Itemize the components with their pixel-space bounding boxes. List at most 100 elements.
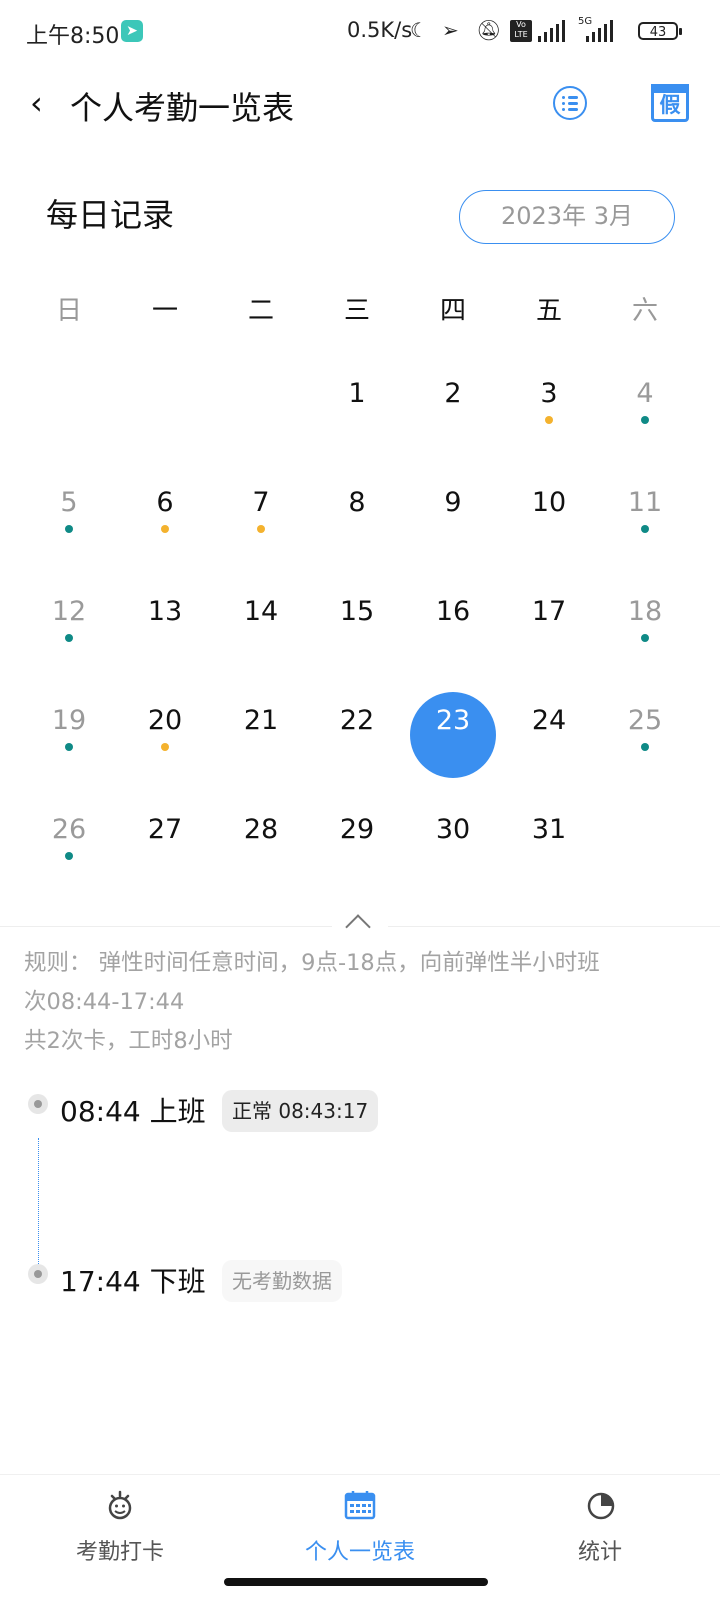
clock-out-status-badge: 无考勤数据 — [222, 1260, 342, 1302]
calendar-day-number: 29 — [339, 814, 375, 845]
calendar-day[interactable]: 11 — [596, 483, 694, 583]
attendance-status-dot — [641, 743, 649, 751]
calendar-day[interactable]: 24 — [500, 701, 598, 801]
weekday-label: 三 — [343, 296, 370, 326]
calendar-day[interactable]: 6 — [116, 483, 214, 583]
calendar-day[interactable]: 26 — [20, 810, 118, 910]
calendar-day-number: 6 — [156, 487, 174, 518]
list-icon[interactable] — [553, 86, 587, 120]
leave-calendar-icon[interactable]: 假 — [651, 84, 689, 122]
attendance-status-dot — [161, 525, 169, 533]
calendar-day-number: 19 — [51, 705, 87, 736]
collapse-chevron-icon[interactable] — [332, 908, 388, 940]
calendar-day[interactable]: 28 — [212, 810, 310, 910]
calendar-day-number: 21 — [243, 705, 279, 736]
calendar-day[interactable]: 1 — [308, 374, 406, 474]
clock-in-icon — [108, 1490, 132, 1520]
calendar-day[interactable]: 23 — [404, 701, 502, 801]
rules-line-2: 次08:44-17:44 — [24, 989, 185, 1015]
status-time: 上午8:50 — [26, 24, 120, 49]
weekday-label: 五 — [535, 296, 562, 326]
calendar-day[interactable]: 14 — [212, 592, 310, 692]
calendar-day[interactable]: 17 — [500, 592, 598, 692]
calendar-day-number: 22 — [339, 705, 375, 736]
calendar-day[interactable]: 7 — [212, 483, 310, 583]
month-selector[interactable]: 2023年 3月 — [459, 190, 675, 244]
nav-label-personal-overview: 个人一览表 — [304, 1540, 415, 1565]
calendar-day[interactable]: 13 — [116, 592, 214, 692]
weekday-label: 日 — [55, 296, 82, 326]
mute-icon: 🔕︎ — [476, 18, 502, 42]
nav-label-clock-in: 考勤打卡 — [75, 1540, 164, 1565]
calendar-day-number: 15 — [339, 596, 375, 627]
calendar-day-number: 11 — [627, 487, 663, 518]
calendar-day[interactable]: 16 — [404, 592, 502, 692]
calendar-day[interactable]: 20 — [116, 701, 214, 801]
clock-in-status-badge: 正常 08:43:17 — [222, 1090, 379, 1132]
attendance-status-dot — [161, 743, 169, 751]
calendar-day[interactable]: 9 — [404, 483, 502, 583]
volte-icon: Vo LTE — [510, 20, 532, 42]
calendar-day[interactable]: 31 — [500, 810, 598, 910]
calendar-day[interactable]: 22 — [308, 701, 406, 801]
calendar-day[interactable]: 2 — [404, 374, 502, 474]
calendar-day[interactable]: 15 — [308, 592, 406, 692]
calendar-day[interactable]: 4 — [596, 374, 694, 474]
calendar-day-number: 5 — [60, 487, 78, 518]
calendar-day[interactable]: 25 — [596, 701, 694, 801]
calendar-day-number: 10 — [531, 487, 567, 518]
attendance-status-dot — [65, 634, 73, 642]
attendance-status-dot — [65, 852, 73, 860]
calendar-day-number: 27 — [147, 814, 183, 845]
calendar-day[interactable]: 5 — [20, 483, 118, 583]
calendar-day-number: 8 — [348, 487, 366, 518]
page-title: 个人考勤一览表 — [70, 89, 295, 127]
status-bar: 上午8:50 ➤ 0.5K/s ☾ ➢ 🔕︎ Vo LTE 5G 43 — [0, 0, 720, 64]
section-title: 每日记录 — [46, 196, 175, 234]
calendar-day-number: 28 — [243, 814, 279, 845]
rules-line-1: 规则： 弹性时间任意时间，9点-18点，向前弹性半小时班 — [24, 950, 600, 976]
calendar-day[interactable]: 10 — [500, 483, 598, 583]
calendar-day-number: 2 — [444, 378, 462, 409]
calendar-day-number: 30 — [435, 814, 471, 845]
clock-in-time: 08:44 上班 — [60, 1095, 206, 1128]
calendar-day[interactable]: 19 — [20, 701, 118, 801]
weekday-label: 二 — [247, 296, 274, 326]
attendance-status-dot — [641, 634, 649, 642]
attendance-status-dot — [641, 416, 649, 424]
calendar-day-number: 24 — [531, 705, 567, 736]
navigation-app-icon: ➤ — [121, 20, 143, 42]
nav-label-statistics: 统计 — [577, 1540, 622, 1565]
calendar-day[interactable]: 8 — [308, 483, 406, 583]
location-arrow-icon: ➢ — [442, 18, 459, 42]
pie-chart-icon — [587, 1492, 615, 1520]
nav-item-statistics[interactable]: 统计 — [480, 1480, 720, 1580]
calendar-day[interactable]: 30 — [404, 810, 502, 910]
weekday-label: 六 — [631, 296, 658, 326]
calendar-day-number: 12 — [51, 596, 87, 627]
calendar-day-number: 25 — [627, 705, 663, 736]
calendar-day[interactable]: 27 — [116, 810, 214, 910]
nav-item-personal-overview[interactable]: 个人一览表 — [240, 1480, 480, 1580]
nav-item-clock-in[interactable]: 考勤打卡 — [0, 1480, 240, 1580]
calendar-day-number: 4 — [636, 378, 654, 409]
clock-out-time: 17:44 下班 — [60, 1265, 206, 1298]
calendar-day[interactable]: 29 — [308, 810, 406, 910]
calendar-day-number: 23 — [435, 705, 471, 736]
calendar-day[interactable]: 12 — [20, 592, 118, 692]
attendance-status-dot — [65, 525, 73, 533]
calendar-day-number: 7 — [252, 487, 270, 518]
calendar-day[interactable]: 18 — [596, 592, 694, 692]
weekday-label: 一 — [151, 296, 178, 326]
home-indicator[interactable] — [224, 1578, 488, 1586]
calendar-day-number: 26 — [51, 814, 87, 845]
signal-icon — [538, 20, 565, 42]
calendar-day-number: 31 — [531, 814, 567, 845]
timeline-dot — [28, 1264, 48, 1284]
calendar-day[interactable]: 3 — [500, 374, 598, 474]
calendar-day[interactable]: 21 — [212, 701, 310, 801]
attendance-status-dot — [65, 743, 73, 751]
attendance-status-dot — [257, 525, 265, 533]
leave-calendar-label: 假 — [659, 93, 681, 117]
back-icon[interactable]: ‹ — [30, 84, 43, 122]
